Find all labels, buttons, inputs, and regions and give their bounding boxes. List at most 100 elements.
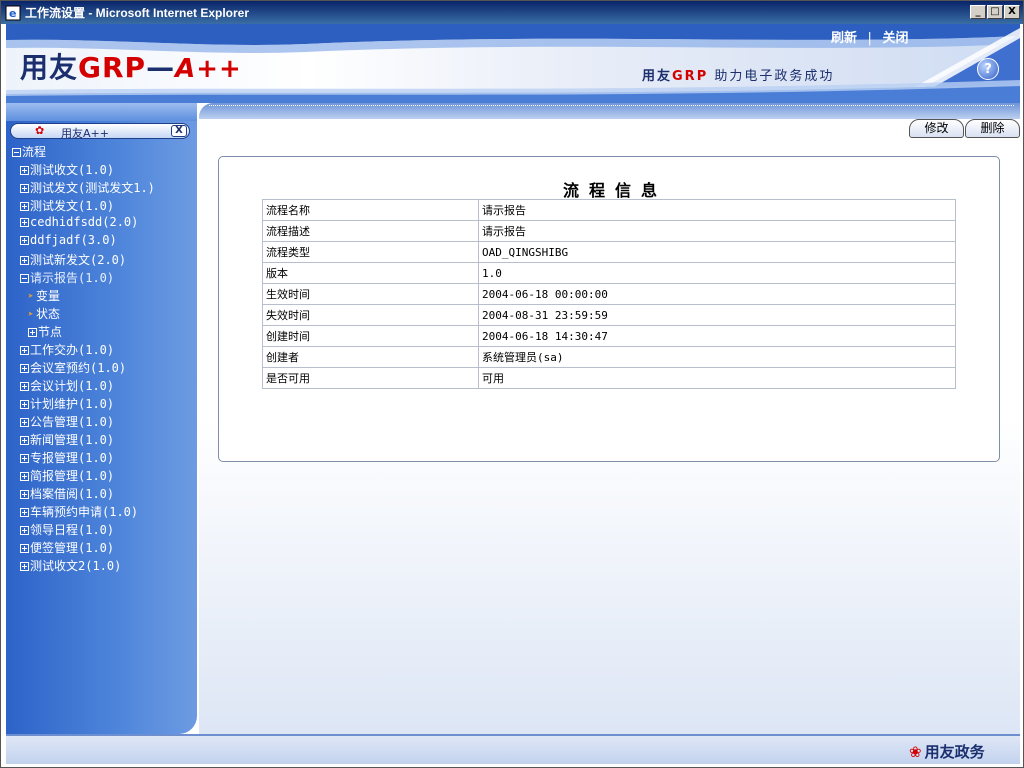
table-row: 创建者 系统管理员(sa) <box>262 346 956 368</box>
expand-icon[interactable] <box>20 364 29 373</box>
workflow-info-table: 流程名称 请示报告 流程描述 请示报告 流程类型 OAD_QINGSHIBG 版本 1.0 生效… <box>262 199 956 389</box>
logo-text-grp: GRP <box>78 51 147 84</box>
field-label: 生效时间 <box>262 283 479 305</box>
yonyou-flower-icon: ✿ <box>35 124 45 137</box>
close-link[interactable]: 关闭 <box>882 31 908 46</box>
tree-node-label: 流程 <box>22 145 47 159</box>
slogan-grp: GRP <box>672 69 709 84</box>
tree-node[interactable]: 会议室预约(1.0) <box>12 359 197 377</box>
tree-node[interactable]: 简报管理(1.0) <box>12 467 197 485</box>
tree-node[interactable]: 领导日程(1.0) <box>12 521 197 539</box>
workflow-info-body: 流程名称 请示报告 流程描述 请示报告 流程类型 OAD_QINGSHIBG 版本 1.0 生效… <box>262 199 956 389</box>
table-row: 流程类型 OAD_QINGSHIBG <box>262 241 956 263</box>
expand-icon[interactable] <box>20 218 29 227</box>
tree-node[interactable]: 会议计划(1.0) <box>12 377 197 395</box>
tree-node[interactable]: ddfjadf(3.0) <box>12 233 197 251</box>
expand-icon[interactable] <box>20 400 29 409</box>
tree-node[interactable]: 测试收文(1.0) <box>12 161 197 179</box>
sidebar: ✿ 用友A++ X 流程测试收文(1.0) 测试发文(测试发文1.) 测试发文(1.… <box>6 103 197 734</box>
tree-node-label: 会议计划(1.0) <box>30 379 115 393</box>
expand-icon[interactable] <box>20 472 29 481</box>
footer-bar: ❀ 用友政务 <box>6 734 1020 764</box>
tree-node[interactable]: 节点 <box>12 323 197 341</box>
expand-icon[interactable] <box>20 346 29 355</box>
expand-icon[interactable] <box>20 418 29 427</box>
tree-node[interactable]: 公告管理(1.0) <box>12 413 197 431</box>
collapse-icon[interactable] <box>20 274 29 283</box>
tree-node-label: 测试收文(1.0) <box>30 163 115 177</box>
expand-icon[interactable] <box>20 382 29 391</box>
help-button[interactable]: ? <box>977 58 999 80</box>
sidebar-cap <box>6 103 197 121</box>
field-value: 系统管理员(sa) <box>478 346 956 368</box>
title-bar[interactable]: e 工作流设置 - Microsoft Internet Explorer _ … <box>1 1 1023 24</box>
expand-icon[interactable] <box>20 166 29 175</box>
expand-icon[interactable] <box>20 508 29 517</box>
tree-node[interactable]: 档案借阅(1.0) <box>12 485 197 503</box>
expand-icon[interactable] <box>20 544 29 553</box>
panel-title: 流程信息 <box>562 181 667 200</box>
sidebar-tab-close-button[interactable]: X <box>171 125 187 137</box>
expand-icon[interactable] <box>20 526 29 535</box>
sidebar-tab[interactable]: ✿ 用友A++ X <box>10 123 190 140</box>
footer-brand-text: 用友政务 <box>924 743 985 761</box>
expand-icon[interactable] <box>20 236 29 245</box>
close-button[interactable]: X <box>1004 5 1020 19</box>
expand-icon[interactable] <box>20 184 29 193</box>
tree-node[interactable]: 便签管理(1.0) <box>12 539 197 557</box>
header-banner: 用友GRP—A++ 用友GRP 助力电子政务成功 刷新 | 关闭 ? <box>6 24 1020 103</box>
expand-icon[interactable] <box>20 454 29 463</box>
expand-icon[interactable] <box>20 490 29 499</box>
expand-icon[interactable] <box>20 436 29 445</box>
expand-icon[interactable] <box>20 202 29 211</box>
tree-node-label: 公告管理(1.0) <box>30 415 115 429</box>
main-cap <box>199 103 1020 119</box>
delete-button[interactable]: 删除 <box>965 119 1020 138</box>
tree-node-label: 专报管理(1.0) <box>30 451 115 465</box>
tree-node[interactable]: 计划维护(1.0) <box>12 395 197 413</box>
tree-node[interactable]: 测试新发文(2.0) <box>12 251 197 269</box>
internet-explorer-icon: e <box>5 5 21 21</box>
edit-button[interactable]: 修改 <box>909 119 964 138</box>
field-value: 请示报告 <box>478 220 956 242</box>
tree-node[interactable]: 车辆预约申请(1.0) <box>12 503 197 521</box>
minimize-button[interactable]: _ <box>970 5 986 19</box>
tree-node[interactable]: ➤ 状态 <box>12 305 197 323</box>
tree-node-label: 状态 <box>36 307 61 321</box>
field-value: 2004-06-18 00:00:00 <box>478 283 956 305</box>
tree-node[interactable]: cedhidfsdd(2.0) <box>12 215 197 233</box>
logo-dash: — <box>146 51 176 84</box>
expand-icon[interactable] <box>20 256 29 265</box>
tree-node[interactable]: 请示报告(1.0) <box>12 269 197 287</box>
top-links: 刷新 | 关闭 <box>831 27 908 46</box>
tree-node-label: 便签管理(1.0) <box>30 541 115 555</box>
field-label: 失效时间 <box>262 304 479 326</box>
sidebar-tab-label: 用友A++ <box>61 127 109 140</box>
tree-node[interactable]: 测试收文2(1.0) <box>12 557 197 575</box>
expand-icon[interactable] <box>28 328 37 337</box>
tree-node-label: 车辆预约申请(1.0) <box>30 505 139 519</box>
tree-node-label: 节点 <box>38 325 63 339</box>
field-label: 创建者 <box>262 346 479 368</box>
tree-node[interactable]: 专报管理(1.0) <box>12 449 197 467</box>
tree-node-label: 测试收文2(1.0) <box>30 559 122 573</box>
slogan-brand: 用友 <box>642 69 673 84</box>
tree-node[interactable]: 流程 <box>12 143 197 161</box>
collapse-icon[interactable] <box>12 148 21 157</box>
tree-node-label: 变量 <box>36 289 61 303</box>
table-row: 创建时间 2004-06-18 14:30:47 <box>262 325 956 347</box>
tree-node[interactable]: ➤ 变量 <box>12 287 197 305</box>
maximize-button[interactable]: □ <box>987 5 1003 19</box>
tree-node[interactable]: 新闻管理(1.0) <box>12 431 197 449</box>
tree-node[interactable]: 测试发文(1.0) <box>12 197 197 215</box>
refresh-link[interactable]: 刷新 <box>831 31 857 46</box>
product-logo: 用友GRP—A++ <box>20 46 242 86</box>
expand-icon[interactable] <box>20 562 29 571</box>
field-value: 1.0 <box>478 262 956 284</box>
table-row: 流程名称 请示报告 <box>262 199 956 221</box>
arrow-icon: ➤ <box>28 291 34 302</box>
main-cap-dots <box>209 105 1014 106</box>
tree-node[interactable]: 测试发文(测试发文1.) <box>12 179 197 197</box>
svg-text:e: e <box>9 7 16 20</box>
tree-node[interactable]: 工作交办(1.0) <box>12 341 197 359</box>
